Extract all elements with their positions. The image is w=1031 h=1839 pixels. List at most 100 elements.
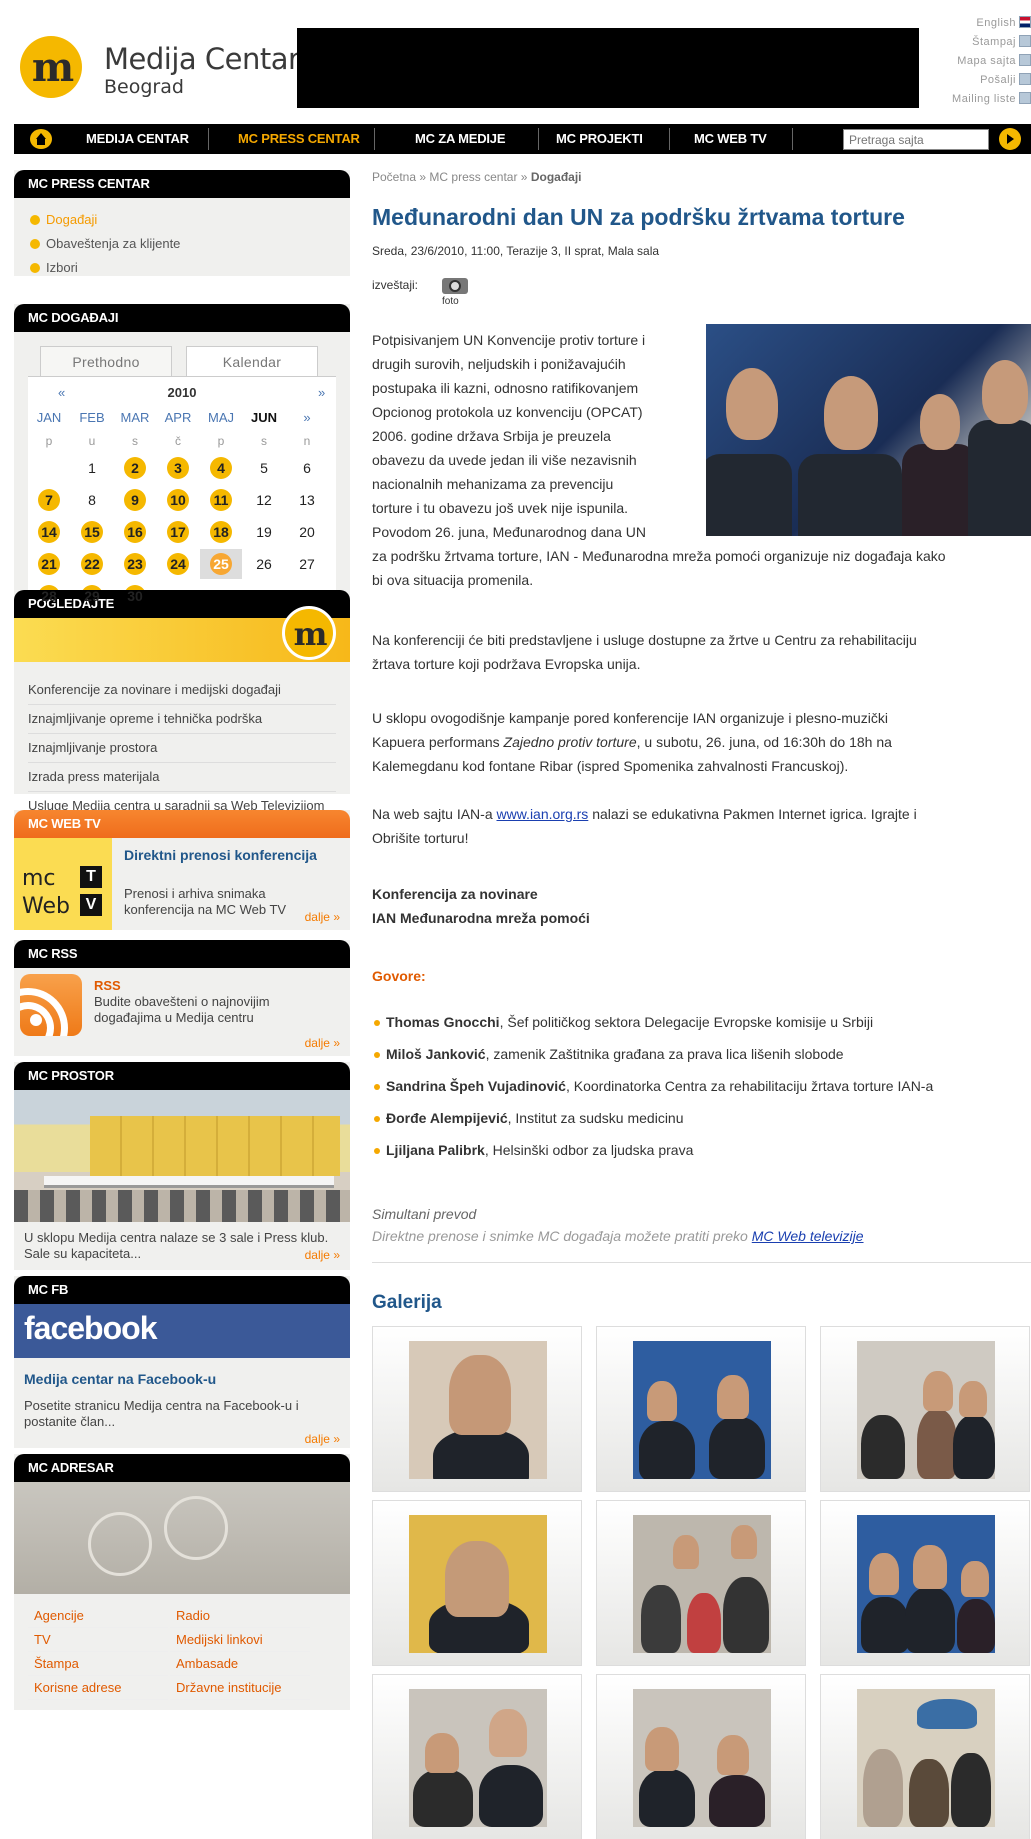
conference-room-photo[interactable]	[14, 1090, 350, 1222]
events-title: MC DOGAĐAJI	[14, 304, 350, 332]
press-menu-item-obavestenja[interactable]: Obaveštenja za klijente	[28, 232, 336, 256]
calendar-day[interactable]: 21	[28, 549, 70, 579]
calendar-weekday: p	[45, 434, 53, 448]
calendar-day[interactable]: 11	[200, 485, 242, 515]
calendar-day[interactable]: 10	[157, 485, 199, 515]
nav-mc-za-medije[interactable]: MC ZA MEDIJE	[415, 124, 505, 154]
calendar-year-row: « 2010 »	[28, 385, 336, 405]
press-menu-item-izbori[interactable]: Izbori	[28, 256, 336, 280]
mc-web-tv-logo-icon[interactable]: mc Web T V	[14, 838, 112, 930]
gallery-thumbnail[interactable]	[372, 1674, 582, 1839]
link-oprema[interactable]: Iznajmljivanje opreme i tehnička podrška	[28, 705, 336, 734]
press-menu-item-dogadjaji[interactable]: Događaji	[28, 208, 336, 232]
link-prostor[interactable]: Iznajmljivanje prostora	[28, 734, 336, 763]
adresar-link-radio[interactable]: Radio	[170, 1604, 310, 1628]
calendar-day[interactable]: 24	[157, 549, 199, 579]
fb-more-link[interactable]: dalje »	[305, 1432, 340, 1446]
print-link[interactable]: Štampaj	[921, 33, 1031, 52]
nav-medija-centar[interactable]: MEDIJA CENTAR	[86, 124, 189, 154]
adresar-link-korisne-adrese[interactable]: Korisne adrese	[28, 1676, 168, 1700]
english-link[interactable]: English	[921, 14, 1031, 33]
next-year-arrow[interactable]: »	[318, 385, 325, 400]
rss-icon[interactable]	[20, 974, 82, 1036]
main-nav: MEDIJA CENTAR MC PRESS CENTAR MC ZA MEDI…	[14, 124, 1031, 154]
calendar-day[interactable]: 16	[114, 517, 156, 547]
camera-icon[interactable]	[440, 274, 470, 296]
calendar-day[interactable]: 4	[200, 453, 242, 483]
gallery-thumbnail[interactable]	[596, 1674, 806, 1839]
calendar-day[interactable]: 14	[28, 517, 70, 547]
site-header: m Medija Centar Beograd English Štampaj …	[0, 0, 1031, 112]
mc-web-tv-link[interactable]: MC Web televizije	[752, 1228, 864, 1244]
sitemap-icon	[1019, 54, 1031, 66]
press-centar-title: MC PRESS CENTAR	[14, 170, 350, 198]
header-banner[interactable]	[297, 28, 919, 108]
fb-link[interactable]: Medija centar na Facebook-u	[24, 1370, 344, 1388]
calendar-month[interactable]: MAR	[114, 407, 156, 429]
calendar-month[interactable]: MAJ	[200, 407, 242, 429]
calendar-month[interactable]: FEB	[71, 407, 113, 429]
calendar-tabs: Prethodno Kalendar	[40, 346, 320, 376]
adresar-link-drzavne-institucije[interactable]: Državne institucije	[170, 1676, 310, 1700]
calendar-weekday: u	[88, 434, 96, 448]
gallery-thumbnail[interactable]	[372, 1326, 582, 1492]
calendar-day[interactable]: 7	[28, 485, 70, 515]
send-link[interactable]: Pošalji	[921, 71, 1031, 90]
tab-prethodno[interactable]: Prethodno	[40, 346, 172, 376]
sitemap-link[interactable]: Mapa sajta	[921, 52, 1031, 71]
rss-more-link[interactable]: dalje »	[305, 1036, 340, 1050]
adresar-link-tv[interactable]: TV	[28, 1628, 168, 1652]
calendar-day[interactable]: 15	[71, 517, 113, 547]
gallery-thumbnail[interactable]	[820, 1326, 1030, 1492]
gallery-thumbnail[interactable]	[372, 1500, 582, 1666]
calendar-day[interactable]: 23	[114, 549, 156, 579]
photo-report-link[interactable]: foto	[442, 296, 459, 307]
calendar-weekday: s	[132, 434, 138, 448]
breadcrumb: Početna » MC press centar » Događaji	[372, 170, 582, 184]
tab-kalendar[interactable]: Kalendar	[186, 346, 318, 376]
gallery-thumbnail[interactable]	[820, 1674, 1030, 1839]
article-photo[interactable]	[706, 324, 1031, 536]
ian-website-link[interactable]: www.ian.org.rs	[497, 806, 589, 822]
calendar-day[interactable]: 2	[114, 453, 156, 483]
utility-links: English Štampaj Mapa sajta Pošalji Maili…	[921, 14, 1031, 109]
link-konferencije[interactable]: Konferencije za novinare i medijski doga…	[28, 676, 336, 705]
breadcrumb-home[interactable]: Početna	[372, 170, 416, 184]
rss-label[interactable]: RSS	[94, 978, 121, 993]
webtv-link[interactable]: Direktni prenosi konferencija	[124, 846, 324, 864]
calendar-month[interactable]: »	[286, 407, 328, 429]
calendar-month[interactable]: JAN	[28, 407, 70, 429]
mailing-link[interactable]: Mailing liste	[921, 90, 1031, 109]
calendar-day[interactable]: 17	[157, 517, 199, 547]
gallery-thumbnail[interactable]	[596, 1326, 806, 1492]
paragraph-web-game: Na web sajtu IAN-a www.ian.org.rs nalazi…	[372, 806, 917, 846]
search-go-icon[interactable]	[999, 128, 1021, 150]
adresar-link-medijski-linkovi[interactable]: Medijski linkovi	[170, 1628, 310, 1652]
calendar-month[interactable]: APR	[157, 407, 199, 429]
calendar-day[interactable]: 22	[71, 549, 113, 579]
page-title: Međunarodni dan UN za podršku žrtvama to…	[372, 204, 905, 230]
nav-mc-web-tv[interactable]: MC WEB TV	[694, 124, 767, 154]
breadcrumb-press-centar[interactable]: MC press centar	[429, 170, 517, 184]
adresar-link-ambasade[interactable]: Ambasade	[170, 1652, 310, 1676]
calendar-month[interactable]: JUN	[243, 407, 285, 429]
facebook-banner[interactable]: facebook	[14, 1304, 350, 1358]
adresar-link-stampa[interactable]: Štampa	[28, 1652, 168, 1676]
adresar-link-agencije[interactable]: Agencije	[28, 1604, 168, 1628]
nav-mc-press-centar[interactable]: MC PRESS CENTAR	[238, 124, 360, 154]
logo-name[interactable]: Medija Centar	[104, 42, 300, 76]
nav-mc-projekti[interactable]: MC PROJEKTI	[556, 124, 643, 154]
calendar-day[interactable]: 3	[157, 453, 199, 483]
list-item: Ljiljana Palibrk, Helsinški odbor za lju…	[372, 1134, 1031, 1166]
calendar-day[interactable]: 25	[200, 549, 242, 579]
medija-centar-logo-icon[interactable]: m	[20, 36, 82, 98]
home-icon[interactable]	[30, 129, 52, 149]
link-press-materijal[interactable]: Izrada press materijala	[28, 763, 336, 792]
gallery-thumbnail[interactable]	[820, 1500, 1030, 1666]
search-input[interactable]	[843, 129, 989, 150]
prostor-more-link[interactable]: dalje »	[305, 1248, 340, 1262]
calendar-day[interactable]: 18	[200, 517, 242, 547]
gallery-thumbnail[interactable]	[596, 1500, 806, 1666]
webtv-more-link[interactable]: dalje »	[305, 910, 340, 924]
calendar-day[interactable]: 9	[114, 485, 156, 515]
